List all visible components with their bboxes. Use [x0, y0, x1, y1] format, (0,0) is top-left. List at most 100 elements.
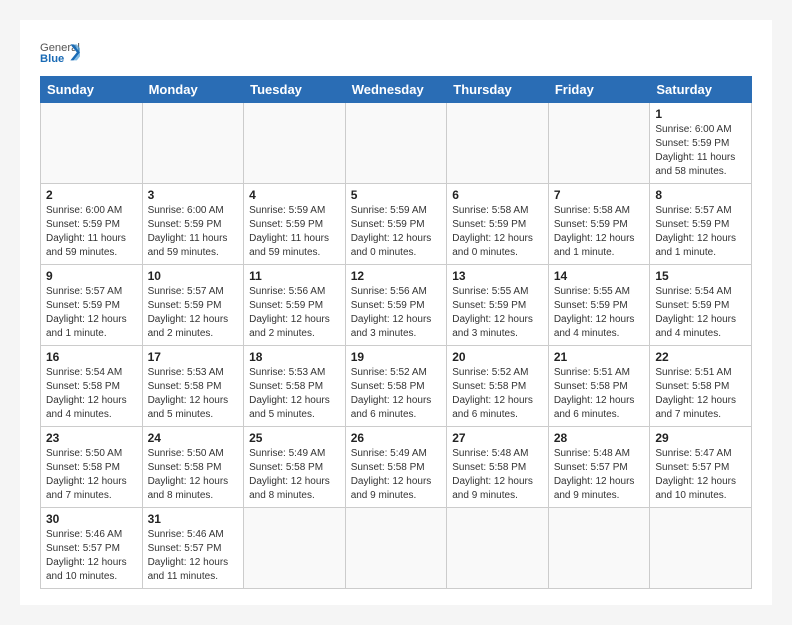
day-info: Sunrise: 5:47 AM Sunset: 5:57 PM Dayligh… [655, 447, 746, 503]
day-info: Sunrise: 5:57 AM Sunset: 5:59 PM Dayligh… [148, 285, 239, 341]
day-info: Sunrise: 5:55 AM Sunset: 5:59 PM Dayligh… [452, 285, 543, 341]
calendar-cell: 4 Sunrise: 5:59 AM Sunset: 5:59 PM Daylig… [244, 184, 346, 265]
day-info: Sunrise: 5:58 AM Sunset: 5:59 PM Dayligh… [452, 204, 543, 260]
day-number: 30 [46, 512, 137, 526]
weekday-friday: Friday [548, 77, 650, 103]
calendar-week-1: 1 Sunrise: 6:00 AM Sunset: 5:59 PM Daylig… [41, 103, 752, 184]
day-number: 13 [452, 269, 543, 283]
day-number: 23 [46, 431, 137, 445]
day-number: 17 [148, 350, 239, 364]
day-number: 28 [554, 431, 645, 445]
day-number: 19 [351, 350, 442, 364]
weekday-monday: Monday [142, 77, 244, 103]
logo-icon: General Blue [40, 38, 80, 66]
calendar-cell: 3Sunrise: 6:00 AM Sunset: 5:59 PM Daylig… [142, 184, 244, 265]
day-number: 6 [452, 188, 543, 202]
day-number: 25 [249, 431, 340, 445]
day-number: 26 [351, 431, 442, 445]
header: General Blue [40, 36, 752, 66]
calendar-cell: 8Sunrise: 5:57 AM Sunset: 5:59 PM Daylig… [650, 184, 752, 265]
day-info: Sunrise: 5:49 AM Sunset: 5:58 PM Dayligh… [351, 447, 442, 503]
calendar-cell: 5Sunrise: 5:59 AM Sunset: 5:59 PM Daylig… [345, 184, 447, 265]
calendar-cell: 29 Sunrise: 5:47 AM Sunset: 5:57 PM Dayli… [650, 427, 752, 508]
weekday-sunday: Sunday [41, 77, 143, 103]
calendar-week-5: 23 Sunrise: 5:50 AM Sunset: 5:58 PM Dayli… [41, 427, 752, 508]
day-info: Sunrise: 5:55 AM Sunset: 5:59 PM Dayligh… [554, 285, 645, 341]
calendar-cell: 31 Sunrise: 5:46 AM Sunset: 5:57 PM Dayli… [142, 508, 244, 589]
calendar-cell: 27Sunrise: 5:48 AM Sunset: 5:58 PM Dayli… [447, 427, 549, 508]
calendar-table: SundayMondayTuesdayWednesdayThursdayFrid… [40, 76, 752, 589]
day-info: Sunrise: 5:53 AM Sunset: 5:58 PM Dayligh… [249, 366, 340, 422]
day-number: 31 [148, 512, 239, 526]
day-info: Sunrise: 5:51 AM Sunset: 5:58 PM Dayligh… [554, 366, 645, 422]
calendar-cell: 13 Sunrise: 5:55 AM Sunset: 5:59 PM Dayli… [447, 265, 549, 346]
day-number: 9 [46, 269, 137, 283]
day-number: 1 [655, 107, 746, 121]
day-info: Sunrise: 5:59 AM Sunset: 5:59 PM Dayligh… [249, 204, 340, 260]
svg-text:Blue: Blue [40, 53, 64, 65]
page-container: General Blue SundayMondayTuesdayWednesda… [20, 20, 772, 605]
calendar-cell [548, 103, 650, 184]
day-number: 14 [554, 269, 645, 283]
day-info: Sunrise: 5:56 AM Sunset: 5:59 PM Dayligh… [351, 285, 442, 341]
day-info: Sunrise: 5:50 AM Sunset: 5:58 PM Dayligh… [46, 447, 137, 503]
calendar-cell: 18 Sunrise: 5:53 AM Sunset: 5:58 PM Dayli… [244, 346, 346, 427]
day-info: Sunrise: 5:53 AM Sunset: 5:58 PM Dayligh… [148, 366, 239, 422]
day-number: 10 [148, 269, 239, 283]
calendar-cell: 22Sunrise: 5:51 AM Sunset: 5:58 PM Dayli… [650, 346, 752, 427]
day-number: 16 [46, 350, 137, 364]
day-info: Sunrise: 5:54 AM Sunset: 5:59 PM Dayligh… [655, 285, 746, 341]
calendar-cell: 25Sunrise: 5:49 AM Sunset: 5:58 PM Dayli… [244, 427, 346, 508]
calendar-week-4: 16 Sunrise: 5:54 AM Sunset: 5:58 PM Dayli… [41, 346, 752, 427]
day-number: 15 [655, 269, 746, 283]
calendar-cell [548, 508, 650, 589]
logo: General Blue [40, 36, 80, 66]
day-info: Sunrise: 6:00 AM Sunset: 5:59 PM Dayligh… [46, 204, 137, 260]
calendar-cell [345, 508, 447, 589]
day-number: 21 [554, 350, 645, 364]
day-info: Sunrise: 5:56 AM Sunset: 5:59 PM Dayligh… [249, 285, 340, 341]
calendar-cell: 26 Sunrise: 5:49 AM Sunset: 5:58 PM Dayli… [345, 427, 447, 508]
calendar-cell [345, 103, 447, 184]
day-number: 4 [249, 188, 340, 202]
calendar-cell: 23 Sunrise: 5:50 AM Sunset: 5:58 PM Dayli… [41, 427, 143, 508]
calendar-cell [650, 508, 752, 589]
day-number: 8 [655, 188, 746, 202]
calendar-cell: 7 Sunrise: 5:58 AM Sunset: 5:59 PM Daylig… [548, 184, 650, 265]
weekday-wednesday: Wednesday [345, 77, 447, 103]
day-info: Sunrise: 5:54 AM Sunset: 5:58 PM Dayligh… [46, 366, 137, 422]
day-number: 5 [351, 188, 442, 202]
calendar-cell: 24 Sunrise: 5:50 AM Sunset: 5:58 PM Dayli… [142, 427, 244, 508]
day-number: 7 [554, 188, 645, 202]
calendar-cell: 9 Sunrise: 5:57 AM Sunset: 5:59 PM Daylig… [41, 265, 143, 346]
day-number: 29 [655, 431, 746, 445]
calendar-cell: 15 Sunrise: 5:54 AM Sunset: 5:59 PM Dayli… [650, 265, 752, 346]
calendar-cell: 6 Sunrise: 5:58 AM Sunset: 5:59 PM Daylig… [447, 184, 549, 265]
day-number: 24 [148, 431, 239, 445]
weekday-saturday: Saturday [650, 77, 752, 103]
calendar-cell: 19 Sunrise: 5:52 AM Sunset: 5:58 PM Dayli… [345, 346, 447, 427]
calendar-cell: 1 Sunrise: 6:00 AM Sunset: 5:59 PM Daylig… [650, 103, 752, 184]
day-number: 18 [249, 350, 340, 364]
calendar-cell: 20 Sunrise: 5:52 AM Sunset: 5:58 PM Dayli… [447, 346, 549, 427]
day-info: Sunrise: 5:57 AM Sunset: 5:59 PM Dayligh… [46, 285, 137, 341]
day-number: 20 [452, 350, 543, 364]
day-info: Sunrise: 5:50 AM Sunset: 5:58 PM Dayligh… [148, 447, 239, 503]
day-info: Sunrise: 5:58 AM Sunset: 5:59 PM Dayligh… [554, 204, 645, 260]
weekday-tuesday: Tuesday [244, 77, 346, 103]
calendar-cell [244, 508, 346, 589]
day-info: Sunrise: 5:52 AM Sunset: 5:58 PM Dayligh… [452, 366, 543, 422]
day-number: 22 [655, 350, 746, 364]
day-info: Sunrise: 5:46 AM Sunset: 5:57 PM Dayligh… [148, 528, 239, 584]
calendar-cell: 10 Sunrise: 5:57 AM Sunset: 5:59 PM Dayli… [142, 265, 244, 346]
calendar-cell [142, 103, 244, 184]
day-info: Sunrise: 6:00 AM Sunset: 5:59 PM Dayligh… [148, 204, 239, 260]
day-info: Sunrise: 5:46 AM Sunset: 5:57 PM Dayligh… [46, 528, 137, 584]
calendar-week-3: 9 Sunrise: 5:57 AM Sunset: 5:59 PM Daylig… [41, 265, 752, 346]
weekday-header: SundayMondayTuesdayWednesdayThursdayFrid… [41, 77, 752, 103]
day-info: Sunrise: 6:00 AM Sunset: 5:59 PM Dayligh… [655, 123, 746, 179]
calendar-cell: 30 Sunrise: 5:46 AM Sunset: 5:57 PM Dayli… [41, 508, 143, 589]
calendar-cell: 12 Sunrise: 5:56 AM Sunset: 5:59 PM Dayli… [345, 265, 447, 346]
day-number: 12 [351, 269, 442, 283]
day-info: Sunrise: 5:52 AM Sunset: 5:58 PM Dayligh… [351, 366, 442, 422]
